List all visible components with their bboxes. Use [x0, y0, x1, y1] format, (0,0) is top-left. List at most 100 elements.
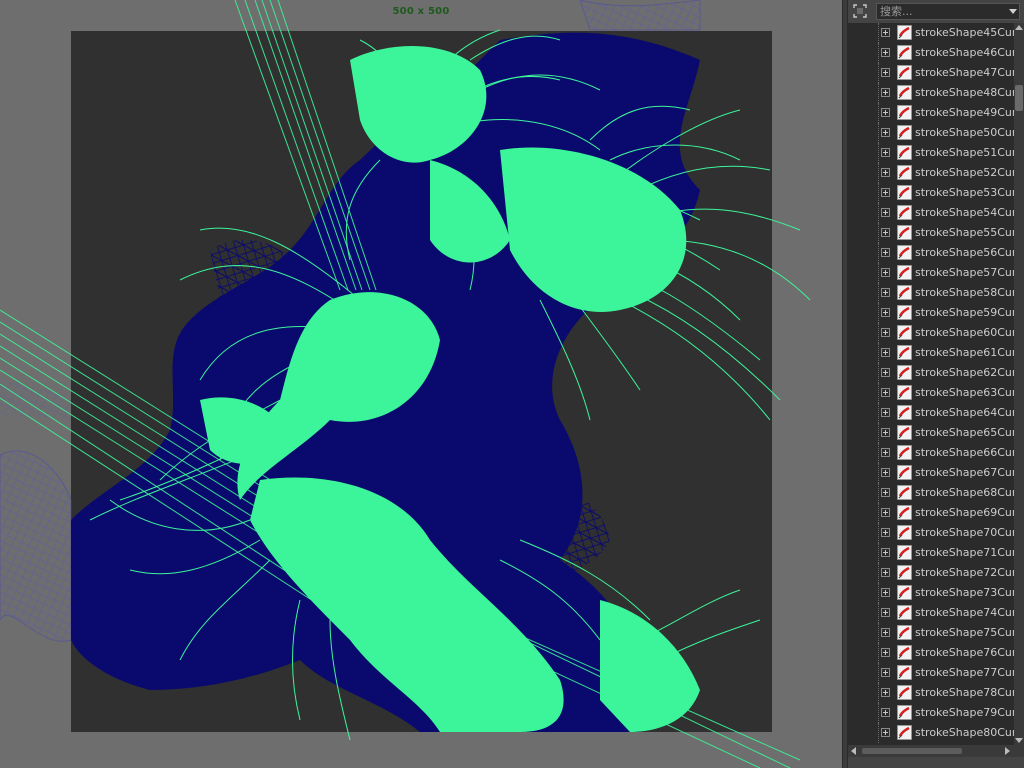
- outliner-item[interactable]: strokeShape79Curv: [848, 703, 1014, 723]
- outliner-item[interactable]: strokeShape72Curv: [848, 563, 1014, 583]
- scroll-down-arrow-icon[interactable]: [1015, 738, 1023, 743]
- outliner-item-label: strokeShape55Curv: [915, 226, 1014, 239]
- outliner-item[interactable]: strokeShape64Curv: [848, 403, 1014, 423]
- outliner-item[interactable]: strokeShape80Curv: [848, 723, 1014, 743]
- outliner-item[interactable]: strokeShape73Curv: [848, 583, 1014, 603]
- expand-plus-icon[interactable]: [881, 508, 890, 517]
- outliner-item[interactable]: strokeShape56Curv: [848, 243, 1014, 263]
- expand-plus-icon[interactable]: [881, 368, 890, 377]
- outliner-item[interactable]: strokeShape58Curv: [848, 283, 1014, 303]
- outliner-item[interactable]: strokeShape77Curv: [848, 663, 1014, 683]
- outliner-item[interactable]: strokeShape57Curv: [848, 263, 1014, 283]
- expand-plus-icon[interactable]: [881, 48, 890, 57]
- outliner-item[interactable]: strokeShape71Curv: [848, 543, 1014, 563]
- outliner-item[interactable]: strokeShape51Curv: [848, 143, 1014, 163]
- outliner-item[interactable]: strokeShape46Curv: [848, 43, 1014, 63]
- expand-plus-icon[interactable]: [881, 548, 890, 557]
- expand-plus-icon[interactable]: [881, 128, 890, 137]
- viewport-canvas[interactable]: [0, 0, 842, 768]
- expand-plus-icon[interactable]: [881, 408, 890, 417]
- expand-plus-icon[interactable]: [881, 608, 890, 617]
- outliner-item-label: strokeShape60Curv: [915, 326, 1014, 339]
- paint-stroke-icon: [897, 325, 912, 340]
- scroll-left-arrow-icon[interactable]: [851, 747, 856, 755]
- tree-connector-line: [878, 283, 879, 303]
- outliner-item[interactable]: strokeShape59Curv: [848, 303, 1014, 323]
- expand-plus-icon[interactable]: [881, 288, 890, 297]
- expand-plus-icon[interactable]: [881, 168, 890, 177]
- outliner-item[interactable]: strokeShape67Curv: [848, 463, 1014, 483]
- paint-stroke-icon: [897, 365, 912, 380]
- expand-plus-icon[interactable]: [881, 668, 890, 677]
- expand-plus-icon[interactable]: [881, 648, 890, 657]
- outliner-item[interactable]: strokeShape49Curv: [848, 103, 1014, 123]
- expand-plus-icon[interactable]: [881, 108, 890, 117]
- expand-plus-icon[interactable]: [881, 708, 890, 717]
- expand-plus-icon[interactable]: [881, 728, 890, 737]
- viewport-panel[interactable]: 500 x 500: [0, 0, 842, 768]
- tree-connector-line: [878, 403, 879, 423]
- horizontal-scroll-thumb[interactable]: [862, 748, 962, 754]
- expand-plus-icon[interactable]: [881, 568, 890, 577]
- outliner-item[interactable]: strokeShape62Curv: [848, 363, 1014, 383]
- expand-plus-icon[interactable]: [881, 228, 890, 237]
- chevron-down-icon[interactable]: [1009, 9, 1017, 14]
- expand-plus-icon[interactable]: [881, 88, 890, 97]
- vertical-scrollbar[interactable]: [1014, 23, 1024, 745]
- frame-selection-icon[interactable]: [852, 3, 868, 19]
- paint-stroke-icon: [897, 305, 912, 320]
- outliner-item[interactable]: strokeShape75Curv: [848, 623, 1014, 643]
- outliner-item[interactable]: strokeShape76Curv: [848, 643, 1014, 663]
- outliner-item[interactable]: strokeShape66Curv: [848, 443, 1014, 463]
- outliner-item-label: strokeShape57Curv: [915, 266, 1014, 279]
- outliner-item[interactable]: strokeShape55Curv: [848, 223, 1014, 243]
- expand-plus-icon[interactable]: [881, 208, 890, 217]
- expand-plus-icon[interactable]: [881, 588, 890, 597]
- expand-plus-icon[interactable]: [881, 188, 890, 197]
- expand-plus-icon[interactable]: [881, 688, 890, 697]
- outliner-item[interactable]: strokeShape74Curv: [848, 603, 1014, 623]
- scroll-right-arrow-icon[interactable]: [1005, 747, 1010, 755]
- outliner-item[interactable]: strokeShape61Curv: [848, 343, 1014, 363]
- outliner-item[interactable]: strokeShape53Curv: [848, 183, 1014, 203]
- expand-plus-icon[interactable]: [881, 308, 890, 317]
- expand-plus-icon[interactable]: [881, 68, 890, 77]
- outliner-item[interactable]: strokeShape47Curv: [848, 63, 1014, 83]
- expand-plus-icon[interactable]: [881, 388, 890, 397]
- outliner-item[interactable]: strokeShape78Curv: [848, 683, 1014, 703]
- outliner-item[interactable]: strokeShape50Curv: [848, 123, 1014, 143]
- tree-connector-line: [878, 643, 879, 663]
- expand-plus-icon[interactable]: [881, 28, 890, 37]
- outliner-item[interactable]: strokeShape45Curv: [848, 23, 1014, 43]
- expand-plus-icon[interactable]: [881, 528, 890, 537]
- outliner-header: [848, 0, 1024, 24]
- outliner-item[interactable]: strokeShape65Curv: [848, 423, 1014, 443]
- outliner-item[interactable]: strokeShape48Curv: [848, 83, 1014, 103]
- paint-stroke-icon: [897, 45, 912, 60]
- expand-plus-icon[interactable]: [881, 348, 890, 357]
- outliner-list: strokeShape45Curv strokeShape46Curv stroke…: [848, 23, 1014, 745]
- search-input[interactable]: [877, 4, 1003, 19]
- expand-plus-icon[interactable]: [881, 488, 890, 497]
- paint-stroke-icon: [897, 405, 912, 420]
- vertical-scroll-thumb[interactable]: [1015, 85, 1023, 111]
- outliner-item[interactable]: strokeShape69Curv: [848, 503, 1014, 523]
- expand-plus-icon[interactable]: [881, 248, 890, 257]
- outliner-item[interactable]: strokeShape60Curv: [848, 323, 1014, 343]
- expand-plus-icon[interactable]: [881, 328, 890, 337]
- expand-plus-icon[interactable]: [881, 628, 890, 637]
- tree-connector-line: [878, 123, 879, 143]
- expand-plus-icon[interactable]: [881, 428, 890, 437]
- outliner-item[interactable]: strokeShape68Curv: [848, 483, 1014, 503]
- expand-plus-icon[interactable]: [881, 468, 890, 477]
- outliner-item[interactable]: strokeShape63Curv: [848, 383, 1014, 403]
- outliner-item[interactable]: strokeShape70Curv: [848, 523, 1014, 543]
- expand-plus-icon[interactable]: [881, 148, 890, 157]
- expand-plus-icon[interactable]: [881, 268, 890, 277]
- search-field[interactable]: [876, 3, 1020, 20]
- outliner-item[interactable]: strokeShape54Curv: [848, 203, 1014, 223]
- outliner-item[interactable]: strokeShape52Curv: [848, 163, 1014, 183]
- expand-plus-icon[interactable]: [881, 448, 890, 457]
- horizontal-scrollbar[interactable]: [848, 745, 1024, 757]
- scroll-up-arrow-icon[interactable]: [1015, 25, 1023, 30]
